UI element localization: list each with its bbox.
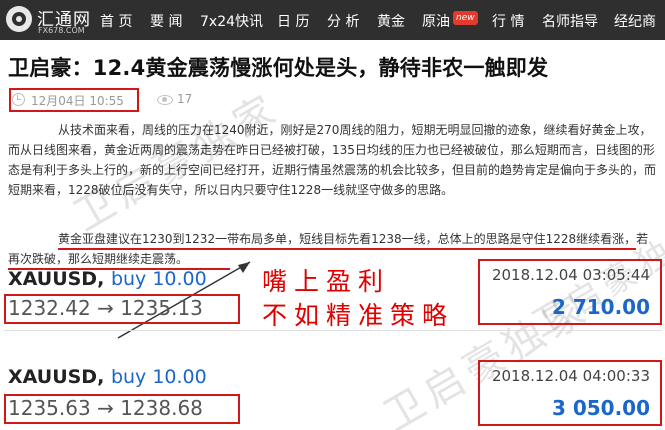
trade-1-arrow: → bbox=[97, 296, 114, 320]
trade-2-result-box: 2018.12.04 04:00:33 3 050.00 bbox=[478, 360, 662, 426]
trade-2-action: buy 10.00 bbox=[110, 366, 207, 388]
trade-2-time: 2018.12.04 04:00:33 bbox=[491, 367, 650, 385]
trade-2-header: XAUUSD, buy 10.00 bbox=[8, 366, 207, 388]
trade-divider bbox=[4, 330, 662, 331]
trade-2-profit: 3 050.00 bbox=[551, 396, 650, 420]
trade-1-action: buy 10.00 bbox=[110, 268, 207, 290]
annotation-line-2: 不如精准策略 bbox=[262, 301, 455, 330]
trade-2-arrow: → bbox=[97, 396, 114, 420]
trade-1-symbol: XAUUSD, bbox=[8, 268, 105, 290]
trade-2-symbol: XAUUSD, bbox=[8, 366, 105, 388]
trade-2-open-price: 1235.63 bbox=[8, 396, 91, 420]
trade-1-prices: 1232.42 → 1235.13 bbox=[8, 296, 203, 320]
trade-1-close-price: 1235.13 bbox=[120, 296, 203, 320]
trade-1-result-box: 2018.12.04 03:05:44 2 710.00 bbox=[478, 259, 662, 325]
annotation-line-1: 嘴上盈利 bbox=[262, 267, 391, 296]
trade-1-open-price: 1232.42 bbox=[8, 296, 91, 320]
trade-1-time: 2018.12.04 03:05:44 bbox=[491, 266, 650, 284]
trade-1-profit: 2 710.00 bbox=[551, 295, 650, 319]
trade-1-header: XAUUSD, buy 10.00 bbox=[8, 268, 207, 290]
trade-2-close-price: 1238.68 bbox=[120, 396, 203, 420]
trade-2-prices: 1235.63 → 1238.68 bbox=[8, 396, 203, 420]
